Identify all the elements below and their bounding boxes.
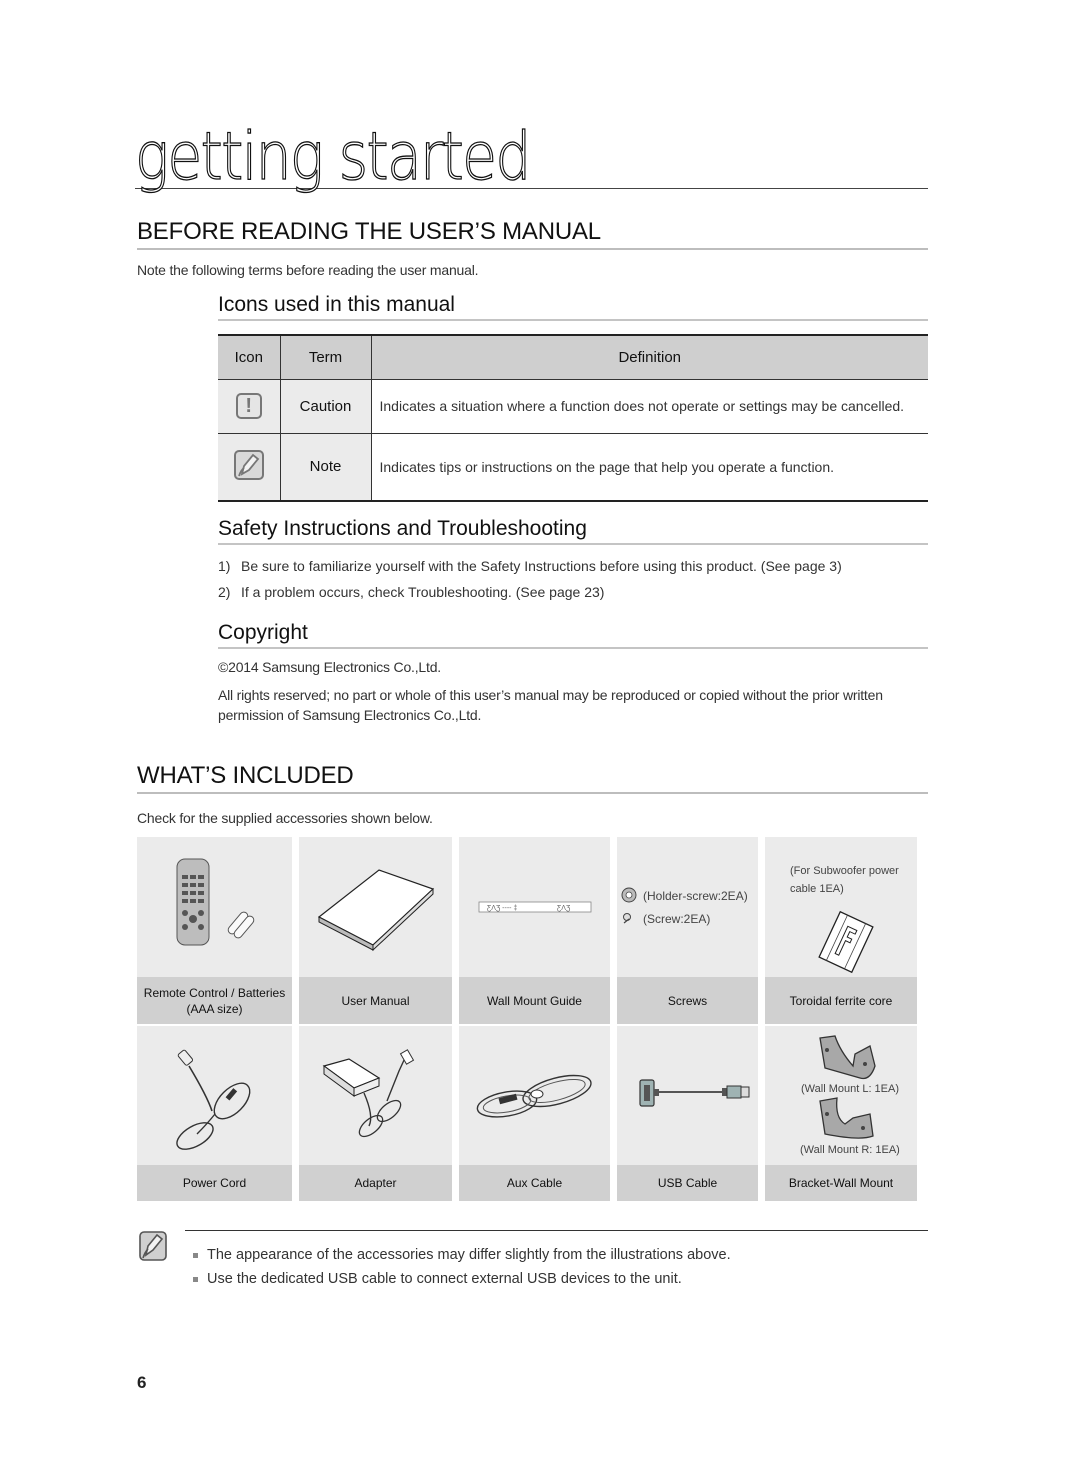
screws-icon <box>621 887 637 924</box>
accessory-label: Aux Cable <box>459 1165 610 1201</box>
term-cell: Caution <box>279 379 371 433</box>
note-divider <box>185 1230 928 1231</box>
svg-text:ƸɅƷ ---- ‡: ƸɅƷ ---- ‡ <box>487 905 517 912</box>
caution-icon: ! <box>235 393 262 419</box>
column-header-term: Term <box>279 335 371 379</box>
before-reading-intro: Note the following terms before reading … <box>137 262 479 278</box>
accessory-ferrite-core: (For Subwoofer power cable 1EA) Toroidal… <box>765 837 917 1024</box>
accessory-screws: (Holder-screw:2EA) (Screw:2EA) Screws <box>617 837 758 1024</box>
bracket-note: (Wall Mount L: 1EA) <box>801 1083 900 1095</box>
accessory-label: User Manual <box>299 977 452 1024</box>
list-item: 2) If a problem occurs, check Troublesho… <box>218 584 605 600</box>
term-cell: Note <box>279 433 371 501</box>
chapter-title: getting started <box>134 123 928 190</box>
notes-list: The appearance of the accessories may di… <box>193 1245 731 1293</box>
power-cord-icon <box>176 1049 251 1150</box>
svg-text:ƸɅƷ: ƸɅƷ <box>557 905 571 912</box>
accessory-aux-cable: Aux Cable <box>459 1026 610 1201</box>
user-manual-icon <box>317 869 435 952</box>
list-item: The appearance of the accessories may di… <box>193 1245 731 1265</box>
section-heading-before-reading: BEFORE READING THE USER’S MANUAL <box>137 218 928 250</box>
screws-note: (Screw:2EA) <box>643 912 711 926</box>
bullet-icon <box>193 1253 198 1258</box>
table-header-row: Icon Term Definition <box>218 335 928 379</box>
table-row: ! Caution Indicates a situation where a … <box>218 379 928 433</box>
copyright-notice: All rights reserved; no part or whole of… <box>218 687 883 723</box>
accessory-usb-cable: USB Cable <box>617 1026 758 1201</box>
subheading-icons: Icons used in this manual <box>218 292 928 321</box>
aux-cable-icon <box>476 1074 592 1118</box>
screws-note: (Holder-screw:2EA) <box>643 889 748 903</box>
accessory-label: Toroidal ferrite core <box>765 977 917 1024</box>
accessories-grid: Remote Control / Batteries (AAA size) Us… <box>137 837 918 1201</box>
list-item: 1) Be sure to familiarize yourself with … <box>218 558 842 574</box>
adapter-icon <box>322 1049 415 1138</box>
definition-cell: Indicates tips or instructions on the pa… <box>370 433 928 501</box>
remote-control-icon <box>176 858 255 946</box>
definition-cell: Indicates a situation where a function d… <box>370 379 928 433</box>
column-header-definition: Definition <box>370 335 928 379</box>
wall-mount-guide-icon: ƸɅƷ ---- ‡ ƸɅƷ <box>478 901 592 913</box>
accessory-label: Screws <box>617 977 758 1024</box>
accessory-label: Remote Control / Batteries (AAA size) <box>137 977 292 1024</box>
column-header-icon: Icon <box>234 348 263 366</box>
page-number: 6 <box>137 1373 147 1392</box>
subheading-safety: Safety Instructions and Troubleshooting <box>218 516 928 545</box>
accessory-label: USB Cable <box>617 1165 758 1201</box>
ferrite-core-icon <box>818 910 874 974</box>
list-item: Use the dedicated USB cable to connect e… <box>193 1269 731 1289</box>
accessory-bracket-wall-mount: (Wall Mount L: 1EA) (Wall Mount R: 1EA) … <box>765 1026 917 1201</box>
accessory-label: Adapter <box>299 1165 452 1201</box>
copyright-line: ©2014 Samsung Electronics Co.,Ltd. <box>218 659 441 675</box>
accessory-remote-control: Remote Control / Batteries (AAA size) <box>137 837 292 1024</box>
safety-list: 1) Be sure to familiarize yourself with … <box>218 556 928 608</box>
note-icon <box>233 450 264 481</box>
accessory-label: Power Cord <box>137 1165 292 1201</box>
accessory-adapter: Adapter <box>299 1026 452 1201</box>
section-heading-whats-included: WHAT’S INCLUDED <box>137 762 928 794</box>
whats-included-intro: Check for the supplied accessories shown… <box>137 810 433 826</box>
icons-table: Icon Term Definition ! Caution Indicates… <box>218 334 928 502</box>
accessory-label: Bracket-Wall Mount <box>765 1165 917 1201</box>
accessory-wall-mount-guide: ƸɅƷ ---- ‡ ƸɅƷ Wall Mount Guide <box>459 837 610 1024</box>
accessory-label: Wall Mount Guide <box>459 977 610 1024</box>
subheading-copyright: Copyright <box>218 620 928 649</box>
bracket-note: (Wall Mount R: 1EA) <box>800 1144 900 1156</box>
table-row: Note Indicates tips or instructions on t… <box>218 433 928 501</box>
note-icon <box>139 1231 167 1266</box>
usb-cable-icon <box>639 1079 750 1107</box>
accessory-power-cord: Power Cord <box>137 1026 292 1201</box>
accessory-user-manual: User Manual <box>299 837 452 1024</box>
bullet-icon <box>193 1277 198 1282</box>
